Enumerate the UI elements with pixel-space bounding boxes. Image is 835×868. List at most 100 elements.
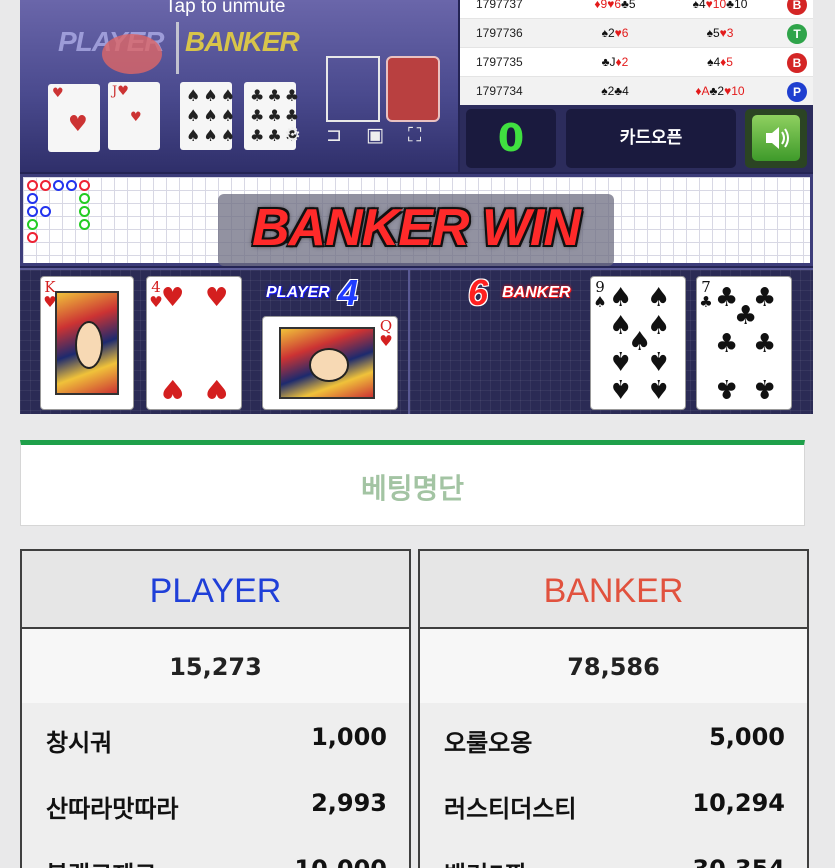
result-card: ♠2	[601, 26, 615, 40]
card-suit: ♠	[593, 293, 607, 311]
road-marker	[40, 180, 51, 191]
banker-hand-label: BANKER	[502, 284, 571, 301]
road-marker	[40, 206, 51, 217]
result-card: ♦A	[695, 84, 710, 98]
bet-row: 산따라맛따라 2,993	[22, 769, 409, 835]
banker-card-1: 9 ♠ ♠ ♠ ♠ ♠ ♠ ♠ ♠ ♠ ♠	[590, 276, 686, 410]
result-banner-text: BANKER WIN	[252, 199, 581, 257]
club-pip: ♣	[715, 329, 739, 359]
banker-result-icon: B	[787, 53, 807, 73]
bet-row: 오룰오옹 5,000	[420, 703, 807, 769]
fullscreen-icon[interactable]: ⛶	[408, 124, 421, 146]
result-banner: BANKER WIN	[218, 194, 614, 266]
player-bets-column: PLAYER 15,273 창시궈 1,000 산따라맛따라 2,993 블랙로…	[20, 549, 411, 868]
round-id: 1797736	[476, 26, 523, 40]
card-back	[386, 56, 440, 122]
queen-face-art	[279, 327, 375, 399]
road-marker	[79, 193, 90, 204]
result-card: ♥10	[705, 0, 727, 11]
video-divider	[176, 22, 179, 74]
road-marker	[53, 180, 64, 191]
recent-results-table: 1797737 ♦9♥6♣5 ♠4♥10♣10 B 1797736 ♠2♥6 ♠…	[460, 0, 813, 106]
player-cards: ♣J♦2	[570, 55, 660, 69]
bet-row: 블랙로제로 10,000	[22, 835, 409, 868]
result-card: ♣2	[709, 84, 725, 98]
tap-to-unmute-text[interactable]: Tap to unmute	[165, 0, 285, 18]
card-open-button[interactable]: 카드오픈	[566, 109, 736, 168]
tie-result-icon: T	[787, 24, 807, 44]
player-result-icon: P	[787, 82, 807, 102]
result-card: ♠5	[706, 26, 720, 40]
player-cards: ♠2♥6	[570, 26, 660, 40]
result-card: ♥6	[614, 26, 629, 40]
result-card: ♣10	[726, 0, 748, 11]
player-card-3: Q ♥	[262, 316, 398, 410]
speaker-icon[interactable]	[752, 115, 800, 161]
sound-toggle[interactable]	[745, 109, 807, 168]
king-face-art	[55, 291, 119, 395]
bet-row: 러스티더스티 10,294	[420, 769, 807, 835]
bet-amount: 30,354	[692, 855, 785, 868]
betting-list-header: 베팅명단	[20, 440, 805, 526]
heart-pip: ♥	[161, 283, 185, 313]
banker-cards: ♠5♥3	[665, 26, 775, 40]
bet-amount: 5,000	[709, 723, 785, 751]
spade-pip: ♠	[647, 345, 671, 375]
result-card: ♠2	[601, 84, 615, 98]
club-pip: ♣	[734, 301, 758, 331]
player-cards: ♦9♥6♣5	[570, 0, 660, 11]
banker-hand-score: 6	[468, 272, 489, 313]
round-id: 1797737	[476, 0, 523, 11]
spade-pip: ♠	[609, 283, 633, 313]
result-card: ♥10	[724, 84, 745, 98]
player-cards: ♠2♣4	[570, 84, 660, 98]
bettor-name: 블랙로제로	[46, 855, 156, 868]
player-hand-label: PLAYER	[266, 284, 330, 301]
banker-cards: ♠4♥10♣10	[665, 0, 775, 11]
card-suit: ♣	[699, 293, 713, 311]
heart-pip: ♥	[205, 373, 229, 403]
result-card: ♥3	[719, 26, 734, 40]
pip-icon[interactable]: ▣	[366, 124, 384, 146]
player-card-2: 4 ♥ ♥ ♥ ♥ ♥	[146, 276, 242, 410]
road-marker	[66, 180, 77, 191]
bet-amount: 2,993	[311, 789, 387, 817]
banker-bets-heading: BANKER	[420, 551, 807, 629]
bettor-name: 산따라맛따라	[46, 795, 179, 823]
road-marker	[27, 180, 38, 191]
road-marker	[27, 206, 38, 217]
spade-pip: ♠	[609, 373, 633, 403]
player-hand-score: 4	[338, 272, 359, 313]
banker-cards: ♠4♦5	[665, 55, 775, 69]
road-marker	[27, 193, 38, 204]
bet-row: 창시궈 1,000	[22, 703, 409, 769]
bettor-name: 러스티더스티	[444, 795, 577, 823]
countdown-timer: 0	[466, 109, 556, 168]
result-card: ♠4	[707, 55, 721, 69]
video-controls: ⚙ ⊐ ▣ ⛶	[20, 124, 458, 154]
club-pip: ♣	[753, 373, 777, 403]
banker-bets-column: BANKER 78,586 오룰오옹 5,000 러스티더스티 10,294 뱅…	[418, 549, 809, 868]
player-card-1: K ♥	[40, 276, 134, 410]
round-id: 1797735	[476, 55, 523, 69]
round-id: 1797734	[476, 84, 523, 98]
video-banker-label: BANKER	[185, 26, 300, 57]
banker-cards: ♦A♣2♥10	[665, 84, 775, 98]
live-video[interactable]: Tap to unmute PLAYER BANKER ♥♥ J♥♥ ♠♠♠♠♠…	[20, 0, 458, 172]
table-logo-left	[102, 34, 162, 74]
banker-result-icon: B	[787, 0, 807, 15]
bet-amount: 10,000	[294, 855, 387, 868]
banker-card-2: 7 ♣ ♣ ♣ ♣ ♣ ♣ ♣ ♣	[696, 276, 792, 410]
panel-divider	[408, 270, 410, 414]
result-card: ♥6	[607, 0, 622, 11]
cast-icon[interactable]: ⊐	[326, 124, 342, 146]
road-marker	[27, 219, 38, 230]
result-row: 1797735 ♣J♦2 ♠4♦5 B	[460, 48, 813, 77]
club-pip: ♣	[753, 329, 777, 359]
result-row: 1797734 ♠2♣4 ♦A♣2♥10 P	[460, 77, 813, 106]
baccarat-game-area: Tap to unmute PLAYER BANKER ♥♥ J♥♥ ♠♠♠♠♠…	[20, 0, 813, 414]
heart-pip: ♥	[205, 283, 229, 313]
gear-icon[interactable]: ⚙	[284, 124, 301, 146]
result-row: 1797737 ♦9♥6♣5 ♠4♥10♣10 B	[460, 0, 813, 19]
result-card: ♠4	[692, 0, 706, 11]
